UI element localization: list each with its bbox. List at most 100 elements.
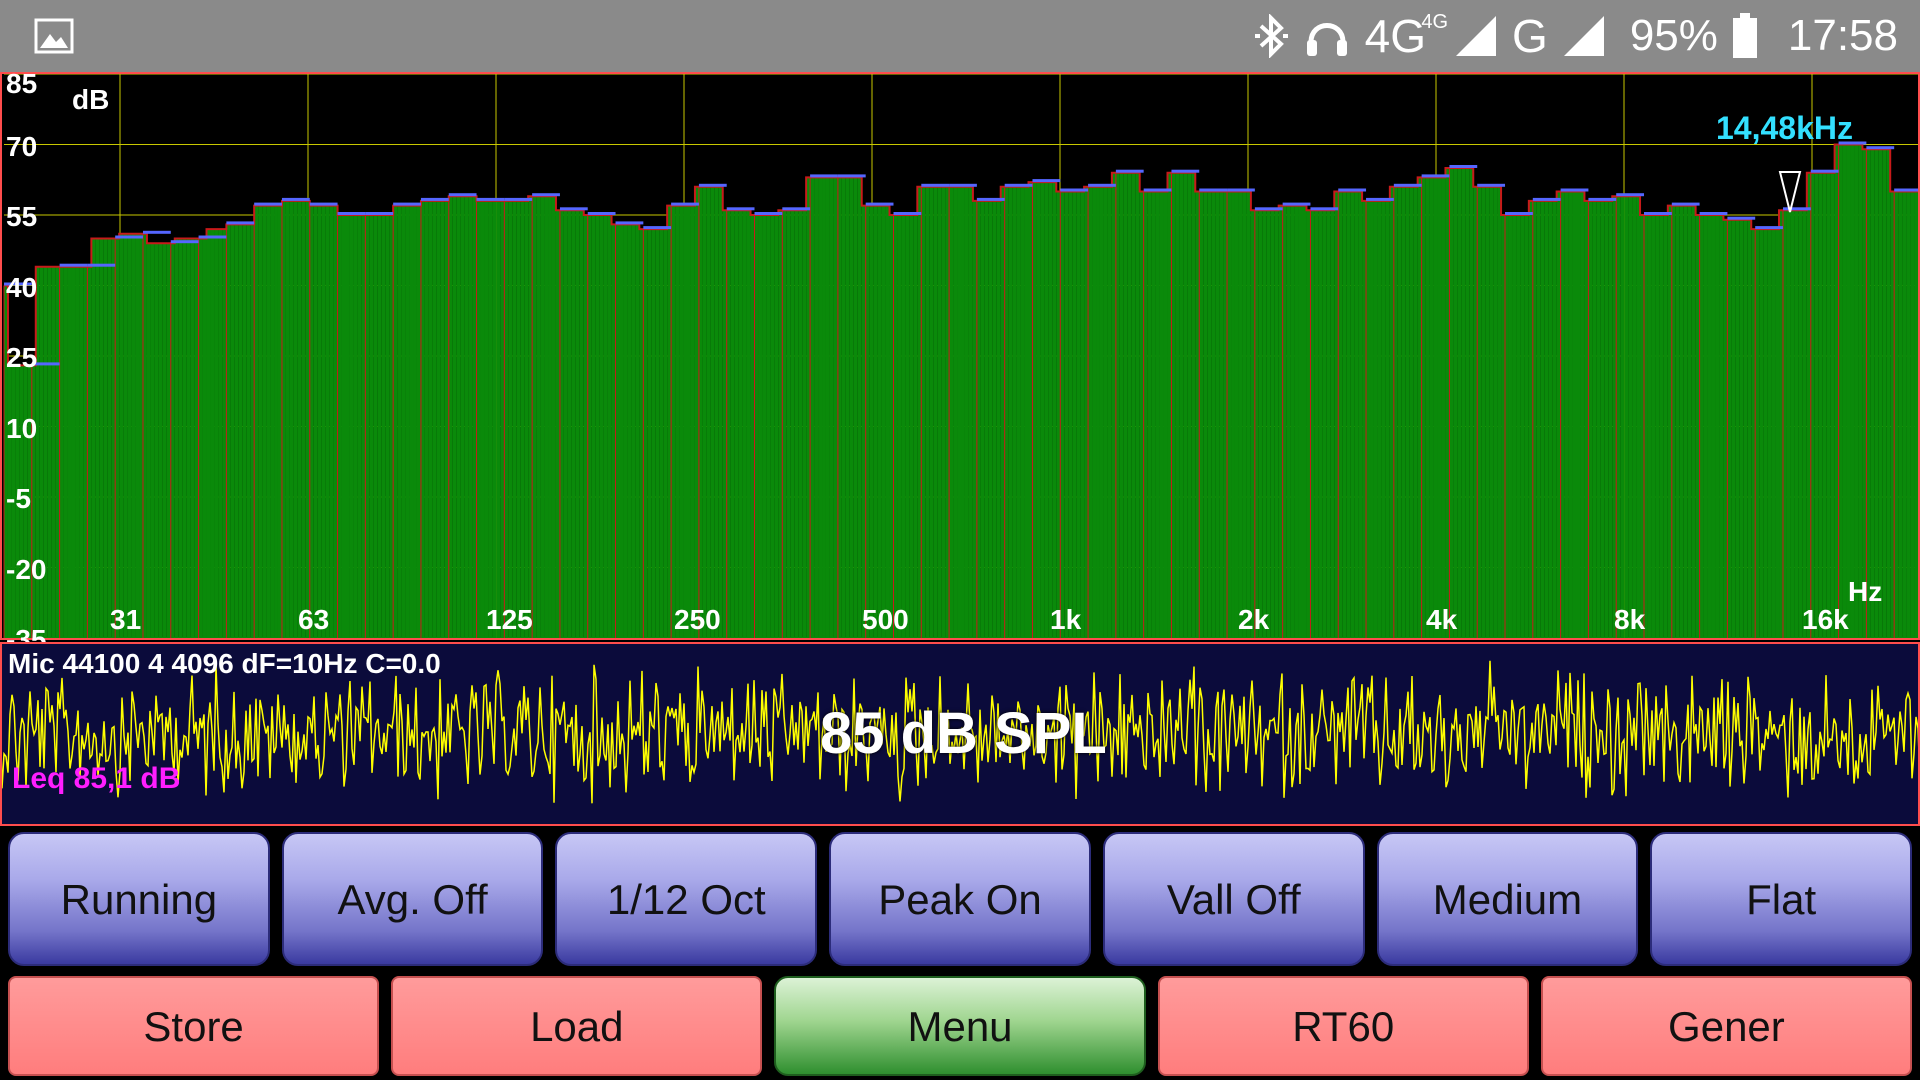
spectrum-bar — [714, 186, 719, 639]
spectrum-bar — [671, 205, 676, 638]
spectrum-bar — [115, 238, 120, 638]
menu-button[interactable]: Menu — [774, 976, 1146, 1076]
gener-button[interactable]: Gener — [1540, 976, 1913, 1076]
spectrum-bar — [75, 266, 80, 638]
spectrum-bar — [436, 200, 441, 638]
spectrum-bar — [619, 224, 624, 638]
spectrum-bar — [1080, 191, 1085, 638]
spectrum-bar — [1266, 210, 1271, 639]
spectrum-bar — [881, 205, 886, 638]
spectrum-bar — [1651, 215, 1656, 638]
x-tick-label: 250 — [674, 604, 721, 635]
spectrum-bar — [1779, 210, 1783, 639]
spectrum-bar — [1493, 186, 1498, 639]
spectrum-analyzer[interactable]: 85 70 55 40 25 10 -5 -20 -35 31 63 125 250 500 1k 2k 4k… — [0, 68, 1920, 655]
spectrum-bar — [1115, 172, 1120, 638]
spectrum-bar — [1441, 177, 1446, 638]
spectrum-bar — [1060, 191, 1065, 638]
spectrum-bar — [1540, 200, 1545, 638]
spectrum-bar — [968, 186, 973, 639]
spectrum-bar — [1381, 200, 1386, 638]
spectrum-bar — [1294, 205, 1299, 638]
spectrum-bar — [1183, 172, 1188, 638]
spectrum-bar — [1485, 186, 1490, 639]
spectrum-bar — [1647, 215, 1652, 638]
spectrum-bar — [1568, 191, 1573, 638]
spectrum-bar — [123, 233, 128, 639]
rt60-button[interactable]: RT60 — [1157, 976, 1529, 1076]
spectrum-bar — [988, 200, 993, 638]
spectrum-bar — [798, 210, 803, 639]
peak-on-button[interactable]: Peak On — [829, 832, 1091, 966]
spectrum-bar — [317, 205, 322, 638]
spectrum-bar — [416, 205, 421, 638]
mic-info: Mic 44100 4 4096 dF=10Hz C=0.0 — [8, 648, 441, 679]
spectrum-bar — [1886, 149, 1891, 638]
spectrum-bar — [528, 196, 533, 638]
spectrum-bar — [424, 200, 429, 638]
load-button[interactable]: Load — [391, 976, 763, 1076]
waveform-panel[interactable]: Mic 44100 4 4096 dF=10Hz C=0.0 85 dB SPL… — [0, 642, 1920, 826]
spectrum-bar — [893, 215, 898, 638]
spectrum-bar — [504, 200, 509, 638]
spectrum-bar — [420, 200, 425, 638]
spectrum-bar — [293, 200, 298, 638]
spectrum-bar — [357, 215, 362, 638]
spectrum-bar — [865, 205, 870, 638]
spectrum-bar — [694, 186, 699, 639]
spectrum-bar — [1147, 191, 1152, 638]
avg-off-button[interactable]: Avg. Off — [281, 832, 544, 966]
spectrum-bar — [1242, 191, 1247, 638]
spectrum-bar — [575, 210, 580, 639]
spectrum-bar — [571, 210, 576, 639]
medium-button[interactable]: Medium — [1376, 832, 1639, 966]
vall-off-button[interactable]: Vall Off — [1102, 832, 1365, 966]
spectrum-bar — [285, 200, 290, 638]
spectrum-bar — [917, 186, 922, 639]
spectrum-bar — [1207, 191, 1212, 638]
flat-button[interactable]: Flat — [1650, 832, 1913, 966]
x-tick-label: 8k — [1614, 604, 1646, 635]
spectrum-bar — [794, 210, 799, 639]
spectrum-bar — [718, 186, 723, 639]
spectrum-bar — [1802, 210, 1807, 639]
spectrum-bar — [1076, 191, 1081, 638]
spectrum-bar — [337, 215, 342, 638]
spectrum-bar — [961, 186, 965, 639]
spectrum-bar — [1644, 215, 1648, 638]
spectrum-bar — [730, 210, 735, 639]
spectrum-bar — [1020, 186, 1025, 639]
spectrum-bar — [413, 205, 417, 638]
spectrum-bar — [659, 229, 664, 638]
button-label: Running — [60, 876, 218, 923]
spectrum-bar — [1842, 144, 1847, 638]
store-button[interactable]: Store — [8, 976, 380, 1076]
y-tick-label: -5 — [6, 483, 31, 514]
spectrum-bar — [1346, 191, 1351, 638]
spectrum-bar — [440, 200, 445, 638]
spectrum-bar — [1584, 200, 1589, 638]
spectrum-bar — [1794, 210, 1799, 639]
network-g: G — [1512, 10, 1548, 62]
spectrum-bar — [158, 243, 163, 638]
running-button[interactable]: Running — [8, 832, 270, 966]
spectrum-bar — [1143, 191, 1148, 638]
spectrum-bar — [313, 205, 318, 638]
spectrum-bar — [281, 200, 286, 638]
spectrum-bar — [79, 266, 84, 638]
spectrum-bar — [1624, 196, 1629, 638]
spectrum-bar — [1767, 229, 1772, 638]
spectrum-bar — [1219, 191, 1224, 638]
spectrum-bar — [131, 233, 136, 639]
spectrum-bar — [1640, 215, 1645, 638]
octave-button[interactable]: 1/12 Oct — [555, 832, 818, 966]
spectrum-bar — [230, 224, 235, 638]
gallery-icon — [34, 18, 74, 54]
spectrum-bar — [551, 196, 556, 638]
spectrum-bar — [1556, 191, 1561, 638]
x-tick-label: 500 — [862, 604, 909, 635]
spectrum-bar — [1782, 210, 1787, 639]
spectrum-bar — [540, 196, 545, 638]
spectrum-bar — [1620, 196, 1625, 638]
spectrum-bar — [103, 238, 108, 638]
